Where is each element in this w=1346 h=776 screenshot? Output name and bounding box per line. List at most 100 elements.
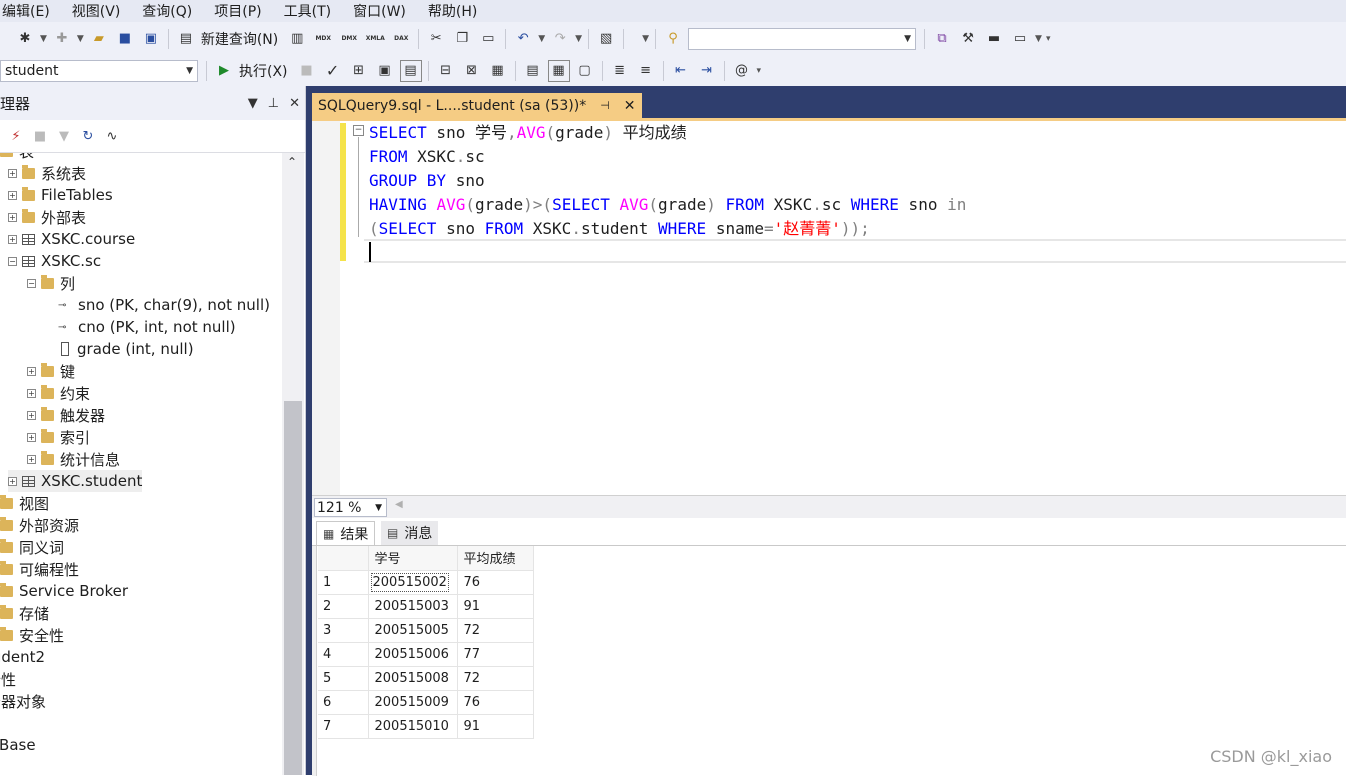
grid-cell[interactable]: 200515008 <box>368 666 457 690</box>
paste-icon[interactable]: ▭ <box>477 28 499 50</box>
toolbox-icon[interactable]: ▬ <box>983 28 1005 50</box>
filter-icon[interactable]: ▼ <box>54 125 74 147</box>
execute-icon[interactable]: ▶ <box>213 60 235 82</box>
tree-node[interactable]: 同义词 <box>0 536 64 558</box>
tree-node[interactable]: 视图 <box>0 492 49 514</box>
row-number[interactable]: 2 <box>318 594 368 618</box>
grid-cell[interactable]: 200515002 <box>368 570 457 594</box>
toolbar-overflow-icon[interactable]: ▾ <box>757 66 762 76</box>
client-statistics-icon[interactable]: ▦ <box>487 60 509 82</box>
grid-cell[interactable]: 72 <box>457 666 533 690</box>
refresh-icon[interactable]: ↻ <box>78 125 98 147</box>
decrease-indent-icon[interactable]: ⇤ <box>670 60 692 82</box>
include-actual-plan-icon[interactable]: ⊟ <box>435 60 457 82</box>
visual-studio-icon[interactable]: ⧉ <box>931 28 953 50</box>
expand-icon[interactable]: + <box>27 433 36 442</box>
pin-icon[interactable]: ⊥ <box>268 96 279 111</box>
menu-item-6[interactable]: 帮助(H) <box>417 1 488 21</box>
expand-icon[interactable]: + <box>8 191 17 200</box>
row-number[interactable]: 1 <box>318 570 368 594</box>
expand-icon[interactable]: + <box>8 477 17 486</box>
command-window-dropdown-icon[interactable]: ▼ <box>1035 34 1042 44</box>
tree-node[interactable]: 安全性 <box>0 624 64 646</box>
tree-node[interactable]: −XSKC.sc <box>8 250 101 272</box>
dmx-query-icon[interactable]: DMX <box>338 28 360 50</box>
database-engine-query-icon[interactable]: ▥ <box>286 28 308 50</box>
column-header[interactable]: 学号 <box>368 546 457 570</box>
tab-sqlquery9[interactable]: SQLQuery9.sql - L....student (sa (53))* … <box>312 93 642 118</box>
grid-cell[interactable]: 200515003 <box>368 594 457 618</box>
grid-cell[interactable]: 91 <box>457 594 533 618</box>
display-estimated-plan-icon[interactable]: ⊞ <box>348 60 370 82</box>
command-window-icon[interactable]: ▭ <box>1009 28 1031 50</box>
close-tab-icon[interactable]: ✕ <box>624 98 636 114</box>
table-row[interactable]: 420051500677 <box>318 642 533 666</box>
query-options-icon[interactable]: ▣ <box>374 60 396 82</box>
scroll-left-icon[interactable]: ◀ <box>395 499 403 510</box>
expand-icon[interactable]: + <box>27 367 36 376</box>
tree-node[interactable]: 存储 <box>0 602 49 624</box>
tree-node[interactable]: 表 <box>0 153 34 162</box>
specify-template-values-icon[interactable]: @ <box>731 60 753 82</box>
find-icon[interactable]: ⚲ <box>662 28 684 50</box>
undo-dropdown-icon[interactable]: ▼ <box>538 34 545 44</box>
sql-editor[interactable]: − SELECT sno 学号,AVG(grade) 平均成绩FROM XSKC… <box>312 121 1346 495</box>
grid-cell[interactable]: 77 <box>457 642 533 666</box>
menu-item-2[interactable]: 查询(Q) <box>131 1 203 21</box>
close-icon[interactable]: ✕ <box>289 96 300 111</box>
tree-node[interactable]: lyBase <box>0 734 36 756</box>
menu-item-3[interactable]: 项目(P) <box>203 1 272 21</box>
results-to-grid-icon[interactable]: ▦ <box>548 60 570 82</box>
scroll-up-icon[interactable]: ⌃ <box>287 155 297 169</box>
new-project-dropdown-icon[interactable]: ▼ <box>40 34 47 44</box>
save-all-icon[interactable]: ▣ <box>140 28 162 50</box>
add-item-icon[interactable]: ✚ <box>51 28 73 50</box>
tree-node[interactable]: −列 <box>27 272 75 294</box>
new-project-icon[interactable]: ✱ <box>14 28 36 50</box>
table-row[interactable]: 520051500872 <box>318 666 533 690</box>
tree-node[interactable]: +统计信息 <box>27 448 120 470</box>
cancel-query-icon[interactable]: ■ <box>296 60 318 82</box>
grid-cell[interactable]: 200515006 <box>368 642 457 666</box>
activity-monitor-icon[interactable]: ∿ <box>102 125 122 147</box>
scrollbar-thumb[interactable] <box>284 401 302 775</box>
tree-node[interactable]: 制 <box>0 712 1 734</box>
expand-icon[interactable]: + <box>8 235 17 244</box>
live-query-stats-icon[interactable]: ⊠ <box>461 60 483 82</box>
new-query-button[interactable]: 新建查询(N) <box>201 29 278 49</box>
row-number[interactable]: 3 <box>318 618 368 642</box>
tree-node[interactable]: +索引 <box>27 426 90 448</box>
tree-node[interactable]: 全性 <box>0 668 16 690</box>
table-row[interactable]: 220051500391 <box>318 594 533 618</box>
tree-node[interactable]: tudent2 <box>0 646 45 668</box>
activity-monitor-icon[interactable]: ▧ <box>595 28 617 50</box>
table-row[interactable]: 720051501091 <box>318 714 533 738</box>
collapse-icon[interactable]: − <box>8 257 17 266</box>
grid-cell[interactable]: 76 <box>457 570 533 594</box>
tree-node[interactable]: +XSKC.course <box>8 228 135 250</box>
copy-icon[interactable]: ❐ <box>451 28 473 50</box>
mdx-query-icon[interactable]: MDX <box>312 28 334 50</box>
redo-icon[interactable]: ↷ <box>549 28 571 50</box>
tree-node[interactable]: +FileTables <box>8 184 113 206</box>
new-query-icon[interactable]: ▤ <box>175 28 197 50</box>
open-file-icon[interactable]: ▰ <box>88 28 110 50</box>
undo-icon[interactable]: ↶ <box>512 28 534 50</box>
collapse-icon[interactable]: − <box>27 279 36 288</box>
expand-icon[interactable]: + <box>27 455 36 464</box>
grid-cell[interactable]: 76 <box>457 690 533 714</box>
object-explorer-scrollbar[interactable]: ⌃ <box>282 153 304 775</box>
row-number[interactable]: 7 <box>318 714 368 738</box>
tree-node[interactable]: +触发器 <box>27 404 105 426</box>
tree-node[interactable]: +XSKC.student <box>8 470 142 492</box>
menu-item-5[interactable]: 窗口(W) <box>342 1 417 21</box>
execute-button[interactable]: 执行(X) <box>239 61 288 81</box>
increase-indent-icon[interactable]: ⇥ <box>696 60 718 82</box>
save-icon[interactable]: ■ <box>114 28 136 50</box>
results-grid[interactable]: 学号平均成绩1200515002762200515003913200515005… <box>318 546 534 739</box>
grid-cell[interactable]: 72 <box>457 618 533 642</box>
grid-cell[interactable]: 200515009 <box>368 690 457 714</box>
sql-code[interactable]: SELECT sno 学号,AVG(grade) 平均成绩FROM XSKC.s… <box>369 121 966 241</box>
panel-menu-dropdown-icon[interactable]: ▼ <box>248 96 258 111</box>
expand-icon[interactable]: + <box>8 213 17 222</box>
